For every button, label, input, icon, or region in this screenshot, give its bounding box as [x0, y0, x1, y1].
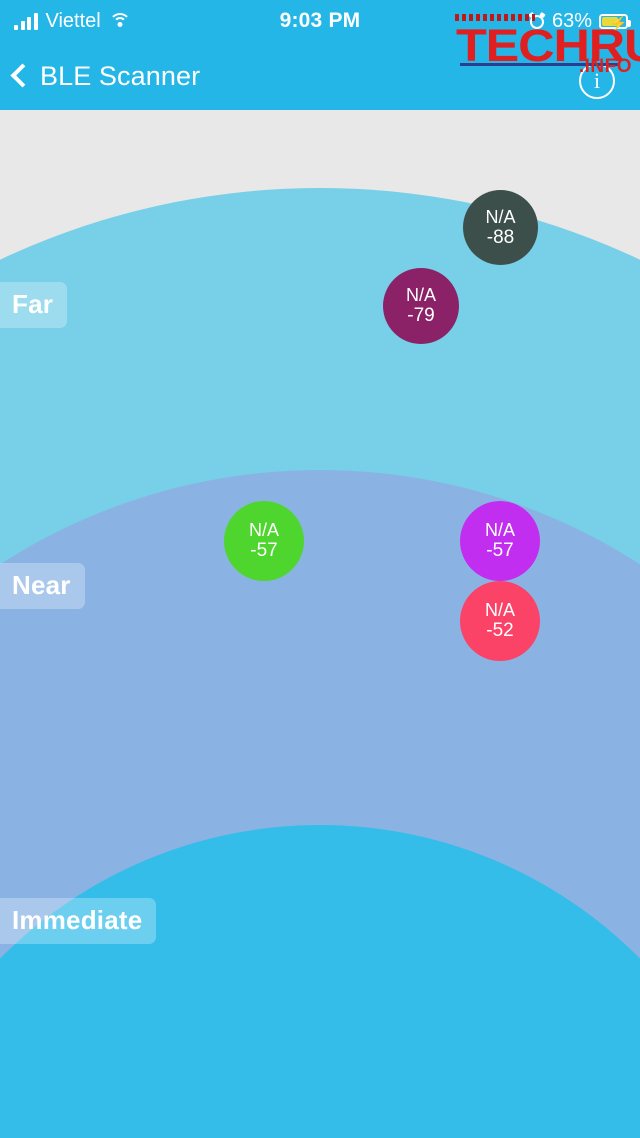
beacon-name: N/A	[484, 600, 515, 621]
zone-label-near: Near	[0, 563, 85, 609]
status-bar: Viettel 9:03 PM 63% ⚡	[0, 0, 640, 42]
beacon-bubble[interactable]: N/A -57	[460, 501, 540, 581]
back-button[interactable]: BLE Scanner	[10, 42, 201, 110]
beacon-name: N/A	[484, 520, 515, 541]
ble-scanner-screen: Viettel 9:03 PM 63% ⚡ BLE Scanner i TECH…	[0, 0, 640, 1138]
battery-percent-label: 63%	[551, 9, 592, 32]
beacon-bubble[interactable]: N/A -88	[463, 190, 538, 265]
alarm-clock-icon	[528, 11, 546, 29]
beacon-bubble[interactable]: N/A -79	[383, 268, 459, 344]
beacon-rssi: -88	[486, 226, 515, 248]
beacon-rssi: -79	[407, 305, 435, 327]
beacon-name: N/A	[405, 285, 436, 306]
radar-canvas: Far Near Immediate N/A -88 N/A -79 N/A -57 N/A…	[0, 110, 640, 1138]
battery-charging-icon: ⚡	[599, 13, 631, 31]
beacon-name: N/A	[248, 520, 279, 541]
beacon-bubble[interactable]: N/A -57	[224, 501, 304, 581]
beacon-rssi: -57	[486, 540, 514, 562]
zone-label-immediate: Immediate	[0, 898, 157, 944]
zone-label-far: Far	[0, 282, 68, 328]
info-button[interactable]: i	[579, 63, 615, 99]
beacon-rssi: -57	[250, 540, 278, 562]
beacon-rssi: -52	[486, 620, 514, 642]
page-title: BLE Scanner	[40, 60, 201, 91]
charging-bolt-icon: ⚡	[610, 14, 628, 31]
status-bar-right: 63% ⚡	[528, 0, 631, 42]
beacon-name: N/A	[485, 206, 516, 227]
chevron-left-icon	[10, 62, 35, 88]
nav-bar: BLE Scanner	[0, 42, 640, 110]
beacon-bubble[interactable]: N/A -52	[460, 581, 540, 661]
